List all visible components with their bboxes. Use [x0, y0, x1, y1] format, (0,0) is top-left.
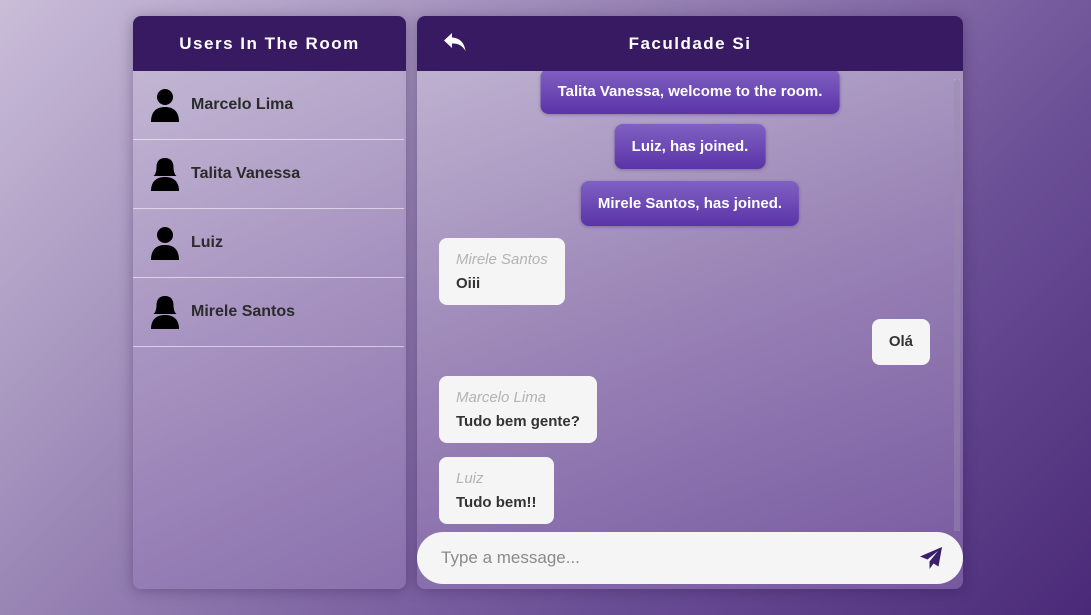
users-panel-title: Users In The Room: [133, 16, 406, 71]
message-composer: [417, 532, 963, 584]
room-title: Faculdade Si: [628, 33, 752, 53]
message-bubble: Marcelo Lima Tudo bem gente?: [439, 376, 597, 443]
system-message: Luiz, has joined.: [614, 124, 766, 169]
message-text: Olá: [888, 333, 913, 350]
user-list: Marcelo Lima Talita Vanessa Luiz Mirele …: [133, 71, 406, 347]
message-list: Talita Vanessa, welcome to the room. Lui…: [417, 71, 963, 531]
male-user-icon: [150, 226, 180, 260]
message-text: Tudo bem gente?: [456, 413, 580, 430]
chat-panel: Faculdade Si Talita Vanessa, welcome to …: [417, 16, 963, 589]
user-item-talita-vanessa[interactable]: Talita Vanessa: [133, 140, 404, 209]
chat-header: Faculdade Si: [417, 16, 963, 71]
message-text: Tudo bem!!: [456, 494, 537, 511]
user-item-marcelo-lima[interactable]: Marcelo Lima: [133, 71, 404, 140]
message-author: Marcelo Lima: [456, 389, 547, 406]
male-user-icon: [150, 88, 180, 122]
message-author: Luiz: [456, 470, 484, 487]
user-name: Marcelo Lima: [191, 96, 294, 113]
message-author: Mirele Santos: [456, 251, 548, 268]
user-name: Mirele Santos: [191, 303, 296, 320]
user-name: Luiz: [191, 234, 223, 251]
message-scrollbar[interactable]: [954, 79, 960, 531]
message-bubble: Mirele Santos Oiii: [439, 238, 565, 305]
female-user-icon: [150, 295, 180, 329]
own-message-bubble: Olá: [871, 319, 930, 365]
users-panel: Users In The Room Marcelo Lima Talita Va…: [133, 16, 406, 589]
user-name: Talita Vanessa: [191, 165, 301, 182]
system-message: Mirele Santos, has joined.: [580, 181, 800, 226]
scrollbar-thumb[interactable]: [954, 79, 960, 531]
female-user-icon: [150, 157, 180, 191]
reply-arrow-icon[interactable]: [443, 31, 467, 53]
user-item-luiz[interactable]: Luiz: [133, 209, 404, 278]
message-bubble: Luiz Tudo bem!!: [439, 457, 554, 524]
system-message: Talita Vanessa, welcome to the room.: [540, 71, 840, 114]
paper-plane-icon[interactable]: [919, 546, 943, 570]
message-input[interactable]: [439, 547, 903, 569]
user-item-mirele-santos[interactable]: Mirele Santos: [133, 278, 404, 347]
message-text: Oiii: [456, 275, 481, 292]
